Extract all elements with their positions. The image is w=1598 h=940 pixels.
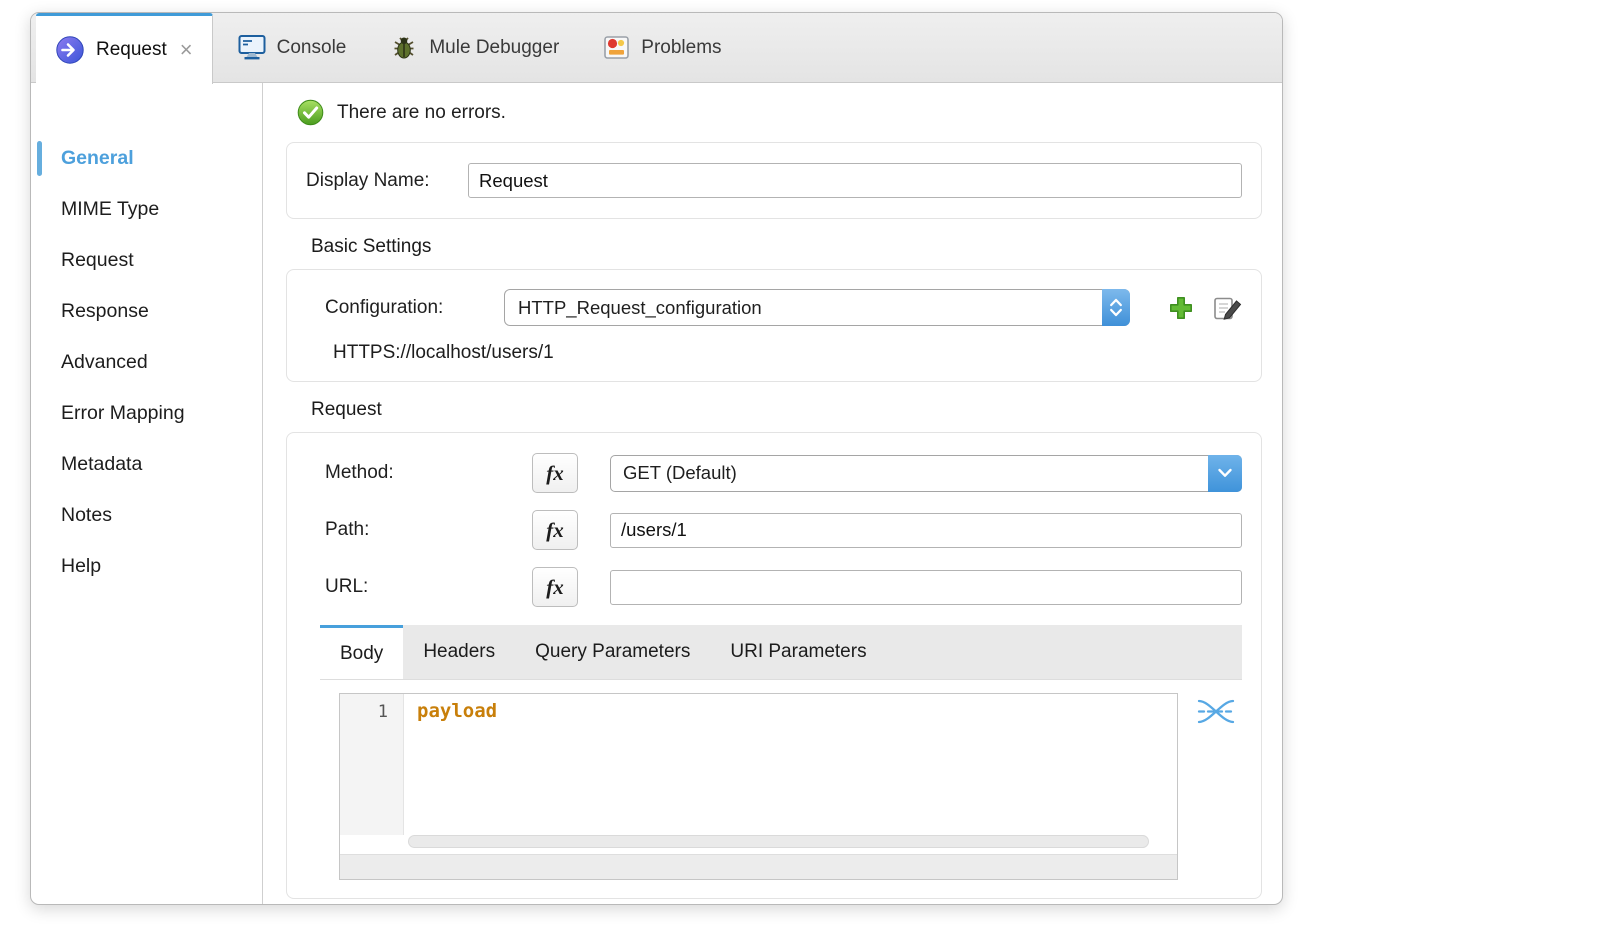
close-icon[interactable]: × [180,39,193,61]
tab-request-label: Request [96,39,167,61]
tab-uri-parameters[interactable]: URI Parameters [710,625,886,679]
chevron-down-icon[interactable] [1208,455,1242,492]
url-fx-button[interactable]: fx [532,567,578,607]
dataweave-transform-icon[interactable] [1196,695,1236,728]
tab-mule-debugger-label: Mule Debugger [429,37,559,59]
tab-mule-debugger[interactable]: Mule Debugger [371,13,578,82]
configuration-dropdown[interactable]: HTTP_Request_configuration [504,289,1130,326]
fx-icon: fx [546,461,564,486]
status-message: There are no errors. [337,102,506,124]
tab-query-parameters[interactable]: Query Parameters [515,625,710,679]
status-row: There are no errors. [297,99,1262,126]
url-label: URL: [325,576,532,598]
plus-icon [1168,295,1194,321]
path-label: Path: [325,519,532,541]
sidebar-item-label: Advanced [61,351,148,374]
display-name-section: Display Name: [286,142,1262,219]
tab-problems[interactable]: Problems [584,13,740,82]
sidebar-item-label: Response [61,300,149,323]
basic-settings-title: Basic Settings [311,236,1262,258]
method-label: Method: [325,462,532,484]
sidebar-item-response[interactable]: Response [31,286,262,337]
view-tab-bar: Request × Console Mule Debugger [31,13,1282,83]
display-name-label: Display Name: [306,170,468,192]
url-input[interactable] [610,570,1242,605]
http-request-icon [55,35,85,65]
code-content[interactable]: payload [404,694,1177,835]
sidebar-item-label: Help [61,555,101,578]
active-indicator [37,141,42,176]
sidebar-item-label: Metadata [61,453,142,476]
request-group-title: Request [311,399,1262,421]
sidebar-item-request[interactable]: Request [31,235,262,286]
basic-settings-section: Configuration: HTTP_Request_configuratio… [286,269,1262,382]
body-code-editor[interactable]: 1 payload [339,693,1178,880]
tab-uri-parameters-label: URI Parameters [730,641,866,663]
tab-body-label: Body [340,643,383,665]
tab-query-parameters-label: Query Parameters [535,641,690,663]
tab-console[interactable]: Console [219,13,366,82]
path-input[interactable] [610,513,1242,548]
tab-headers-label: Headers [423,641,495,663]
horizontal-scrollbar[interactable] [408,835,1149,851]
fx-icon: fx [546,518,564,543]
edit-pencil-icon [1213,294,1242,322]
tab-request[interactable]: Request × [36,13,213,84]
problems-icon [603,34,630,61]
console-icon [238,34,266,61]
method-select[interactable]: GET (Default) [610,455,1242,492]
method-value: GET (Default) [611,462,1208,484]
path-fx-button[interactable]: fx [532,510,578,550]
properties-panel: Request × Console Mule Debugger [30,12,1283,905]
general-settings-content: There are no errors. Display Name: Basic… [263,83,1282,904]
sidebar-item-general[interactable]: General [31,133,262,184]
configuration-url: HTTPS://localhost/users/1 [333,342,1242,364]
fx-icon: fx [546,575,564,600]
success-check-icon [297,99,324,126]
line-number: 1 [378,702,388,722]
add-configuration-button[interactable] [1168,295,1194,321]
scrollbar-thumb[interactable] [408,835,1149,848]
request-parameter-tabs: Body Headers Query Parameters URI Parame… [320,625,1242,680]
sidebar-item-error-mapping[interactable]: Error Mapping [31,388,262,439]
sidebar-item-notes[interactable]: Notes [31,490,262,541]
sidebar-item-label: Error Mapping [61,402,185,425]
sidebar-item-mime-type[interactable]: MIME Type [31,184,262,235]
configuration-label: Configuration: [325,297,504,319]
request-section: Method: fx GET (Default) Path: [286,432,1262,899]
sidebar-item-help[interactable]: Help [31,541,262,592]
editor-footer-bar [340,854,1177,879]
bug-icon [390,34,418,62]
dropdown-stepper-icon[interactable] [1102,289,1130,326]
tab-console-label: Console [277,37,347,59]
sidebar-item-metadata[interactable]: Metadata [31,439,262,490]
display-name-input[interactable] [468,163,1242,198]
sidebar-item-advanced[interactable]: Advanced [31,337,262,388]
method-fx-button[interactable]: fx [532,453,578,493]
line-number-gutter: 1 [340,694,404,835]
edit-configuration-button[interactable] [1213,294,1242,322]
sidebar-item-label: General [61,147,134,170]
tab-problems-label: Problems [641,37,721,59]
sidebar-item-label: Request [61,249,134,272]
tab-body[interactable]: Body [320,625,403,679]
sidebar-item-label: Notes [61,504,112,527]
tab-headers[interactable]: Headers [403,625,515,679]
sidebar-item-label: MIME Type [61,198,159,221]
properties-sidebar: General MIME Type Request Response Advan… [31,83,263,904]
configuration-value: HTTP_Request_configuration [505,297,1102,319]
